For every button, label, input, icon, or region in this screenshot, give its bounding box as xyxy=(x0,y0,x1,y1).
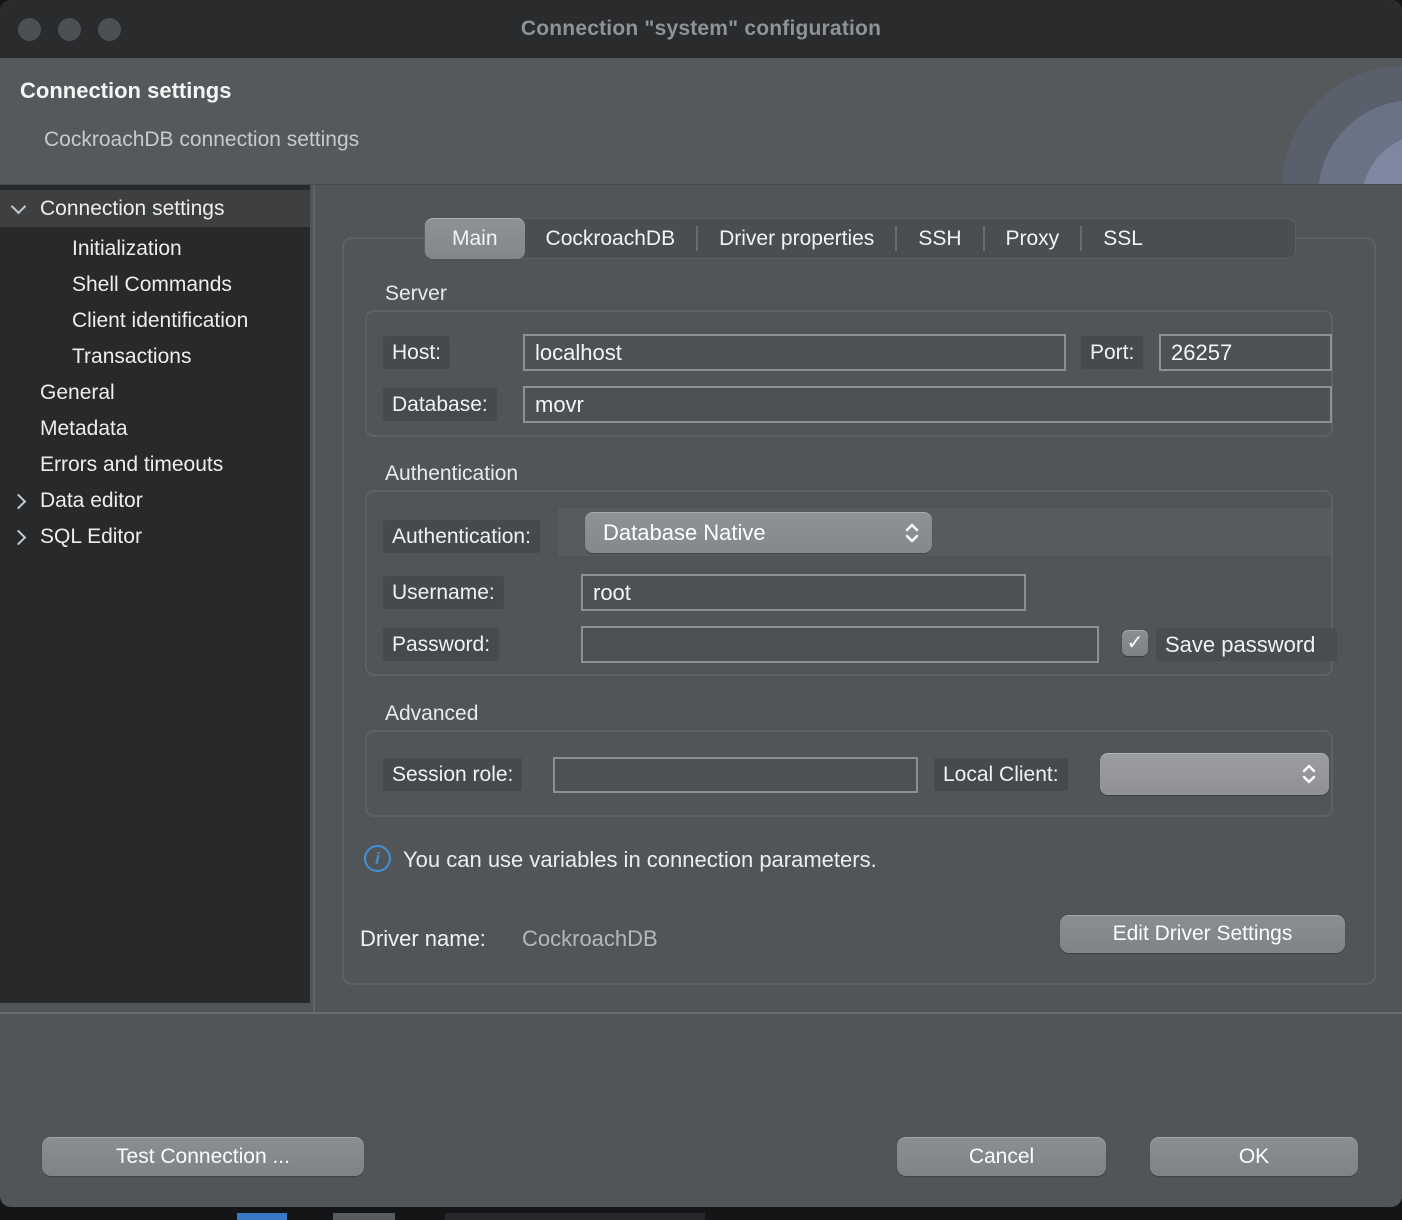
password-input[interactable] xyxy=(581,626,1099,663)
dialog-header: Connection settings CockroachDB connecti… xyxy=(0,58,1402,185)
title-bar: Connection "system" configuration xyxy=(0,0,1402,58)
tab-ssh[interactable]: SSH xyxy=(897,219,982,258)
save-password-checkbox[interactable]: ✓ xyxy=(1122,630,1148,656)
advanced-section-label: Advanced xyxy=(385,702,478,726)
info-icon: i xyxy=(364,845,391,872)
host-label: Host: xyxy=(383,336,450,369)
authentication-label: Authentication: xyxy=(383,520,540,553)
ok-button[interactable]: OK xyxy=(1150,1137,1358,1176)
page-title: Connection settings xyxy=(20,78,231,104)
port-input[interactable] xyxy=(1159,334,1332,371)
background-window-fragment xyxy=(333,1213,395,1220)
edit-driver-settings-button[interactable]: Edit Driver Settings xyxy=(1060,915,1345,953)
tab-main[interactable]: Main xyxy=(425,218,525,259)
chevron-right-icon[interactable] xyxy=(11,530,27,546)
session-role-input[interactable] xyxy=(553,757,918,793)
tab-proxy[interactable]: Proxy xyxy=(985,219,1081,258)
checkmark-icon: ✓ xyxy=(1127,633,1144,653)
port-label: Port: xyxy=(1081,336,1143,369)
tab-cockroachdb[interactable]: CockroachDB xyxy=(525,219,697,258)
minimize-window-button[interactable] xyxy=(58,18,81,41)
screen: Connection "system" configuration Connec… xyxy=(0,0,1402,1220)
background-window-fragment xyxy=(445,1213,705,1220)
updown-chevrons-icon xyxy=(904,521,920,545)
local-client-label: Local Client: xyxy=(934,758,1068,791)
zoom-window-button[interactable] xyxy=(98,18,121,41)
background-window-fragment xyxy=(237,1213,287,1220)
driver-name-label: Driver name: xyxy=(360,926,486,952)
username-label: Username: xyxy=(383,576,504,609)
sidebar-item-data-editor[interactable]: Data editor xyxy=(0,483,310,519)
password-label: Password: xyxy=(383,628,499,661)
chevron-right-icon[interactable] xyxy=(11,494,27,510)
sidebar-item-client-identification[interactable]: Client identification xyxy=(0,303,310,339)
window-controls xyxy=(18,18,121,41)
authentication-select[interactable]: Database Native xyxy=(585,512,932,553)
chevron-down-icon[interactable] xyxy=(11,199,27,215)
close-window-button[interactable] xyxy=(18,18,41,41)
footer-divider xyxy=(0,1012,1402,1014)
sidebar-item-metadata[interactable]: Metadata xyxy=(0,411,310,447)
sidebar-item-connection-settings[interactable]: Connection settings xyxy=(0,190,310,227)
connection-configuration-dialog: Connection "system" configuration Connec… xyxy=(0,0,1402,1207)
sidebar-item-initialization[interactable]: Initialization xyxy=(0,231,310,267)
session-role-label: Session role: xyxy=(383,758,522,791)
local-client-select[interactable] xyxy=(1100,753,1329,795)
sidebar-item-transactions[interactable]: Transactions xyxy=(0,339,310,375)
sidebar-splitter[interactable] xyxy=(313,185,315,1013)
settings-tree: Connection settings Initialization Shell… xyxy=(0,185,310,1003)
cancel-button[interactable]: Cancel xyxy=(897,1137,1106,1176)
info-message: You can use variables in connection para… xyxy=(403,847,877,873)
authentication-section-label: Authentication xyxy=(385,462,518,486)
window-title: Connection "system" configuration xyxy=(521,17,881,41)
test-connection-button[interactable]: Test Connection ... xyxy=(42,1137,364,1176)
username-input[interactable] xyxy=(581,574,1026,611)
sidebar-item-general[interactable]: General xyxy=(0,375,310,411)
tab-driver-properties[interactable]: Driver properties xyxy=(698,219,895,258)
page-subtitle: CockroachDB connection settings xyxy=(44,128,359,152)
updown-chevrons-icon xyxy=(1301,762,1317,786)
sidebar-item-errors-and-timeouts[interactable]: Errors and timeouts xyxy=(0,447,310,483)
database-label: Database: xyxy=(383,388,497,421)
save-password-label[interactable]: Save password xyxy=(1156,628,1337,661)
sidebar-item-sql-editor[interactable]: SQL Editor xyxy=(0,519,310,555)
database-input[interactable] xyxy=(523,386,1332,423)
server-section-label: Server xyxy=(385,282,447,306)
driver-name-value: CockroachDB xyxy=(522,926,658,952)
sidebar-item-shell-commands[interactable]: Shell Commands xyxy=(0,267,310,303)
tab-ssl[interactable]: SSL xyxy=(1082,219,1164,258)
connection-tabs: Main CockroachDB Driver properties SSH P… xyxy=(424,218,1296,259)
decorative-arcs xyxy=(1192,58,1402,185)
host-input[interactable] xyxy=(523,334,1066,371)
